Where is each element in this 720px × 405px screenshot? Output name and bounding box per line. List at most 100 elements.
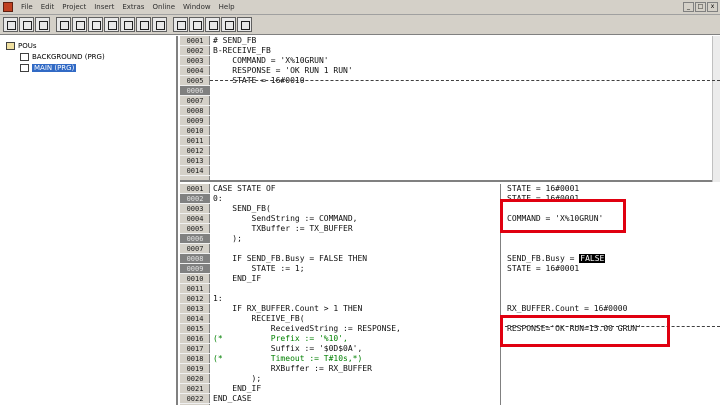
- line-number: 0003: [180, 56, 210, 66]
- line-number: 0018: [180, 354, 210, 364]
- logout-icon[interactable]: [72, 17, 87, 32]
- menu-online[interactable]: Online: [148, 3, 179, 11]
- code-line[interactable]: 0004 RESPONSE = 'OK RUN 1 RUN': [180, 66, 720, 76]
- login-icon[interactable]: [56, 17, 71, 32]
- code-text: # SEND_FB: [213, 36, 257, 45]
- menu-extras[interactable]: Extras: [118, 3, 148, 11]
- code-line[interactable]: 0002 B-RECEIVE_FB: [180, 46, 720, 56]
- line-number: 0001: [180, 184, 210, 194]
- breakpoint-icon[interactable]: [120, 17, 135, 32]
- tree-root-label: POUs: [18, 41, 37, 50]
- monitor-busy-value: SEND_FB.Busy = FALSE: [507, 254, 606, 264]
- highlight-box-response: [500, 315, 670, 347]
- close-button[interactable]: x: [707, 2, 718, 12]
- tree-item-label: BACKGROUND (PRG): [32, 52, 105, 61]
- code-text: (* Prefix := '%10',: [213, 334, 348, 343]
- line-number: 0021: [180, 384, 210, 394]
- dashed-divider: [210, 80, 720, 81]
- line-number: 0014: [180, 314, 210, 324]
- line-number: 0007: [180, 96, 210, 106]
- line-number: 0011: [180, 284, 210, 294]
- step-over-icon[interactable]: [136, 17, 151, 32]
- copy-icon[interactable]: [189, 17, 204, 32]
- tree-item-background[interactable]: BACKGROUND (PRG): [0, 51, 176, 62]
- menu-project[interactable]: Project: [58, 3, 90, 11]
- code-line[interactable]: 0001 # SEND_FB: [180, 36, 720, 46]
- tree-item-main[interactable]: MAIN (PRG): [0, 62, 176, 73]
- vertical-scrollbar[interactable]: [712, 36, 720, 182]
- line-number: 0009: [180, 116, 210, 126]
- declaration-editor[interactable]: 0001 # SEND_FB 0002 B-RECEIVE_FB 0003 COMMAN…: [180, 36, 720, 182]
- run-icon[interactable]: [88, 17, 103, 32]
- replace-icon[interactable]: [237, 17, 252, 32]
- cut-icon[interactable]: [173, 17, 188, 32]
- menu-insert[interactable]: Insert: [90, 3, 118, 11]
- open-folder-icon[interactable]: [19, 17, 34, 32]
- line-number: 0001: [180, 36, 210, 46]
- step-in-icon[interactable]: [152, 17, 167, 32]
- code-text: B-RECEIVE_FB: [213, 46, 271, 55]
- menu-file[interactable]: File: [17, 3, 37, 11]
- line-number: 0012: [180, 146, 210, 156]
- code-text: CASE STATE OF: [213, 184, 276, 193]
- line-number: 0010: [180, 274, 210, 284]
- code-text: );: [213, 374, 262, 383]
- tree-root[interactable]: POUs: [0, 40, 176, 51]
- menu-help[interactable]: Help: [215, 3, 239, 11]
- code-text: STATE := 1;: [213, 264, 305, 273]
- monitor-busy-flag: FALSE: [579, 254, 606, 263]
- line-number: 0017: [180, 344, 210, 354]
- menu-window[interactable]: Window: [179, 3, 215, 11]
- code-line[interactable]: 0005 STATE = 16#0010: [180, 76, 720, 86]
- highlight-box-command: [500, 199, 626, 233]
- code-line[interactable]: 0010: [180, 126, 720, 136]
- save-icon[interactable]: [35, 17, 50, 32]
- code-text: RESPONSE = 'OK RUN 1 RUN': [213, 66, 353, 75]
- line-number: 0013: [180, 304, 210, 314]
- code-line[interactable]: 0014: [180, 166, 720, 176]
- find-icon[interactable]: [221, 17, 236, 32]
- code-line[interactable]: 0013: [180, 156, 720, 166]
- monitor-state-value: STATE = 16#0001: [507, 264, 580, 273]
- line-number: 0015: [180, 324, 210, 334]
- code-text: IF RX_BUFFER.Count > 1 THEN: [213, 304, 363, 313]
- monitor-count-value: RX_BUFFER.Count = 16#0000: [507, 304, 628, 313]
- code-text: IF SEND_FB.Busy = FALSE THEN: [213, 254, 368, 263]
- code-line[interactable]: 0003 COMMAND = 'X%10GRUN': [180, 56, 720, 66]
- code-text: );: [213, 234, 242, 243]
- line-number: 0016: [180, 334, 210, 344]
- paste-icon[interactable]: [205, 17, 220, 32]
- code-line[interactable]: 0008: [180, 106, 720, 116]
- line-number: 0007: [180, 244, 210, 254]
- code-text: STATE = 16#0010: [213, 76, 305, 85]
- stop-icon[interactable]: [104, 17, 119, 32]
- line-number: 0005: [180, 76, 210, 86]
- restore-button[interactable]: □: [695, 2, 706, 12]
- menu-edit[interactable]: Edit: [37, 3, 59, 11]
- code-line[interactable]: 0007: [180, 96, 720, 106]
- line-number: 0013: [180, 156, 210, 166]
- code-line[interactable]: 0006: [180, 86, 720, 96]
- code-text: TXBuffer := TX_BUFFER: [213, 224, 353, 233]
- code-line[interactable]: 0011: [180, 136, 720, 146]
- document-icon: [20, 52, 29, 61]
- code-text: END_IF: [213, 384, 262, 393]
- code-text: END_IF: [213, 274, 262, 283]
- document-icon: [20, 63, 29, 72]
- code-text: RXBuffer := RX_BUFFER: [213, 364, 372, 373]
- new-file-icon[interactable]: [3, 17, 18, 32]
- minimize-button[interactable]: _: [683, 2, 694, 12]
- code-line[interactable]: 0012: [180, 146, 720, 156]
- menu-bar: File Edit Project Insert Extras Online W…: [0, 0, 720, 15]
- code-text: SendString := COMMAND,: [213, 214, 358, 223]
- code-line[interactable]: 0009: [180, 116, 720, 126]
